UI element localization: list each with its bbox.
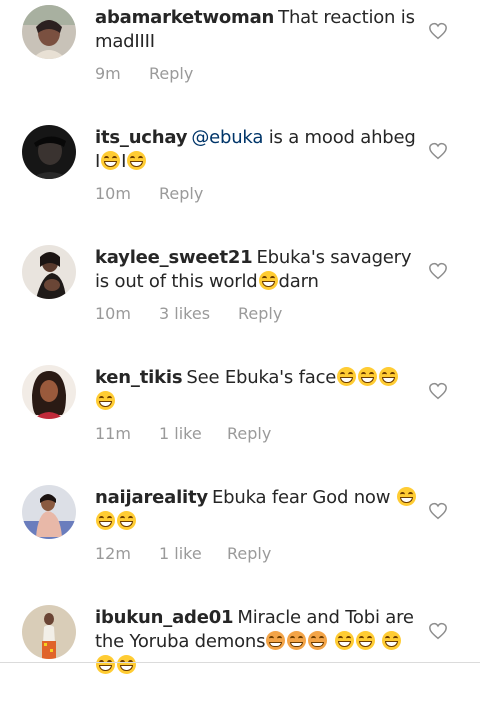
grinning-face-emoji xyxy=(355,631,375,650)
reply-button[interactable]: Reply xyxy=(159,184,203,204)
grinning-face-emoji xyxy=(334,631,354,650)
avatar[interactable] xyxy=(22,365,76,419)
like-count[interactable]: 3 likes xyxy=(159,304,210,324)
smiling-devil-emoji xyxy=(287,631,307,650)
reply-button[interactable]: Reply xyxy=(238,304,282,324)
heart-outline-icon[interactable] xyxy=(428,382,448,400)
grinning-face-emoji xyxy=(127,151,147,170)
comment-message: See Ebuka's face xyxy=(186,367,337,388)
heart-outline-icon[interactable] xyxy=(428,502,448,520)
grinning-face-emoji xyxy=(96,655,115,674)
comment-username[interactable]: abamarketwoman xyxy=(95,7,274,28)
heart-outline-icon[interactable] xyxy=(428,622,448,640)
comment-username[interactable]: ken_tikis xyxy=(95,367,183,388)
comment-mention[interactable]: @ebuka xyxy=(191,127,263,148)
grinning-face-emoji xyxy=(96,391,115,410)
comment-time: 10m xyxy=(95,304,131,323)
avatar[interactable] xyxy=(22,245,76,299)
grinning-face-emoji xyxy=(379,367,399,386)
smiling-devil-emoji xyxy=(308,631,328,650)
divider xyxy=(0,662,480,663)
grinning-face-emoji xyxy=(396,487,416,506)
reply-button[interactable]: Reply xyxy=(227,544,271,564)
comment-time: 10m xyxy=(95,184,131,203)
comment-text: naijareality Ebuka fear God now xyxy=(95,486,417,534)
comment-text: kaylee_sweet21 Ebuka's savagery is out of… xyxy=(95,246,417,294)
comment-username[interactable]: its_uchay xyxy=(95,127,188,148)
comment-item: its_uchay @ebuka is a mood ahbeg II 10m R… xyxy=(0,120,480,240)
grinning-face-emoji xyxy=(101,151,121,170)
grinning-face-emoji xyxy=(337,367,357,386)
comment-message-end: darn xyxy=(278,271,319,292)
reply-button[interactable]: Reply xyxy=(227,424,271,444)
comment-username[interactable]: ibukun_ade01 xyxy=(95,607,234,628)
comment-item: ken_tikis See Ebuka's face 11m 1 like Rep… xyxy=(0,360,480,480)
comment-text: abamarketwoman That reaction is madIIII xyxy=(95,6,417,54)
heart-outline-icon[interactable] xyxy=(428,142,448,160)
comment-time: 11m xyxy=(95,424,131,443)
grinning-face-emoji xyxy=(382,631,402,650)
grinning-face-emoji xyxy=(117,511,136,530)
avatar[interactable] xyxy=(22,485,76,539)
grinning-face-emoji xyxy=(258,271,278,290)
comment-time: 9m xyxy=(95,64,121,83)
comment-text: its_uchay @ebuka is a mood ahbeg II xyxy=(95,126,417,174)
comment-message-mid: I xyxy=(121,151,127,172)
avatar[interactable] xyxy=(22,5,76,59)
heart-outline-icon[interactable] xyxy=(428,262,448,280)
reply-button[interactable]: Reply xyxy=(149,64,193,84)
like-count[interactable]: 1 like xyxy=(159,424,202,444)
smiling-devil-emoji xyxy=(266,631,286,650)
comment-item: naijareality Ebuka fear God now 12m 1 lik… xyxy=(0,480,480,600)
comment-item: abamarketwoman That reaction is madIIII 9… xyxy=(0,0,480,120)
comment-text: ibukun_ade01 Miracle and Tobi are the Yor… xyxy=(95,606,417,678)
grinning-face-emoji xyxy=(358,367,378,386)
grinning-face-emoji xyxy=(117,655,136,674)
comment-time: 12m xyxy=(95,544,131,563)
avatar[interactable] xyxy=(22,605,76,659)
comment-item: kaylee_sweet21 Ebuka's savagery is out of… xyxy=(0,240,480,360)
avatar[interactable] xyxy=(22,125,76,179)
comment-text: ken_tikis See Ebuka's face xyxy=(95,366,417,414)
comment-item: ibukun_ade01 Miracle and Tobi are the Yor… xyxy=(0,600,480,720)
comment-username[interactable]: kaylee_sweet21 xyxy=(95,247,253,268)
heart-outline-icon[interactable] xyxy=(428,22,448,40)
like-count[interactable]: 1 like xyxy=(159,544,202,564)
comment-message: Ebuka fear God now xyxy=(211,487,391,508)
comment-username[interactable]: naijareality xyxy=(95,487,208,508)
grinning-face-emoji xyxy=(96,511,115,530)
